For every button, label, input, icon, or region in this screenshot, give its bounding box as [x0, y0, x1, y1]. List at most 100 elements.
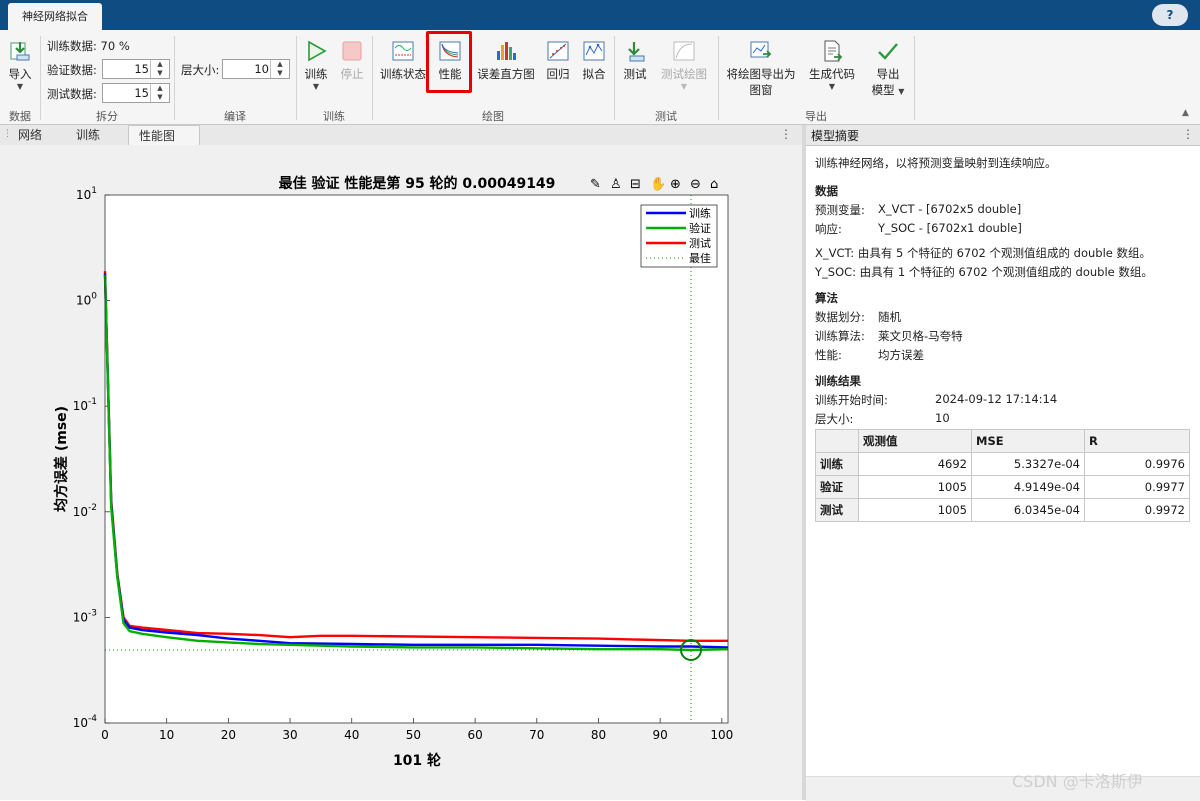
table-cell: 0.9976: [1084, 452, 1190, 476]
table-header-cell: 观测值: [858, 429, 972, 453]
performance-chart: 0 10 20 30 40 50 60 70 80 90 100 10-4 10-3 10-2 10-1 10…: [53, 175, 733, 769]
layer-size-label: 层大小:: [181, 63, 220, 77]
x-tick-label: 80: [591, 728, 606, 742]
stepper-arrows-icon[interactable]: ▲ ▼: [150, 60, 169, 78]
divider: [614, 36, 615, 120]
more-options-icon[interactable]: ⋮: [1182, 127, 1194, 141]
zoom-in-icon[interactable]: ⊕: [670, 177, 681, 192]
table-cell: 1005: [858, 475, 972, 499]
section-test: 测试: [655, 110, 677, 123]
collapse-ribbon-icon[interactable]: ▲: [1182, 108, 1189, 118]
import-icon: [7, 38, 33, 64]
tab-performance-label: 性能图: [139, 129, 176, 143]
tab-performance[interactable]: 性能图 ✕: [128, 125, 200, 163]
predictor-label: 预测变量:: [815, 203, 865, 217]
test-data-stepper[interactable]: 15 ▲ ▼: [102, 83, 170, 103]
x-description: X_VCT: 由具有 5 个特征的 6702 个观测值组成的 double 数组…: [815, 246, 1152, 260]
generate-code-icon: [819, 38, 845, 64]
help-button[interactable]: ?: [1152, 4, 1188, 26]
train-algo-value: 莱文贝格-马夸特: [878, 329, 963, 343]
response-value: Y_SOC - [6702x1 double]: [878, 221, 1022, 235]
play-icon: [303, 38, 329, 64]
divider: [718, 36, 719, 120]
stepper-arrows-icon[interactable]: ▲ ▼: [150, 84, 169, 102]
table-cell: 5.3327e-04: [971, 452, 1085, 476]
error-histogram-button[interactable]: 误差直方图: [474, 38, 538, 82]
summary-intro: 训练神经网络，以将预测变量映射到连续响应。: [815, 156, 1057, 170]
y-axis-label: 均方误差 (mse): [53, 406, 70, 512]
table-cell: 1005: [858, 498, 972, 522]
table-row: 测试 1005 6.0345e-04 0.9972: [815, 498, 1190, 522]
document-tab-strip: [0, 125, 802, 146]
table-cell: 4692: [858, 452, 972, 476]
val-data-stepper[interactable]: 15 ▲ ▼: [102, 59, 170, 79]
brush-icon[interactable]: ✎: [590, 177, 601, 192]
test-button[interactable]: 测试: [619, 38, 651, 82]
data-tips-icon[interactable]: ♙: [610, 177, 622, 192]
performance-label: 性能:: [815, 348, 842, 362]
table-cell: 6.0345e-04: [971, 498, 1085, 522]
y-tick-label: 10-2: [73, 503, 97, 519]
legend-test-label: 测试: [689, 237, 711, 250]
y-tick-label: 101: [76, 186, 97, 202]
legend-best-label: 最佳: [689, 251, 711, 265]
regression-button[interactable]: 回归: [542, 38, 574, 82]
tab-training[interactable]: 训练: [66, 125, 110, 145]
table-row-header: 验证: [815, 475, 859, 499]
export-figure-icon: [748, 38, 774, 64]
chevron-down-icon: ▼: [680, 82, 688, 91]
divider: [914, 36, 915, 120]
more-options-icon[interactable]: ⋮: [780, 127, 792, 141]
checkmark-icon: [875, 38, 901, 64]
model-summary-header: [806, 125, 1200, 146]
stop-button[interactable]: 停止: [336, 38, 368, 82]
zoom-out-icon[interactable]: ⊖: [690, 177, 701, 192]
algorithm-heading: 算法: [815, 291, 838, 305]
x-axis-label: 101 轮: [393, 752, 441, 769]
export-figure-button[interactable]: 将绘图导出为 图窗: [722, 38, 800, 98]
start-time-value: 2024-09-12 17:14:14: [935, 392, 1058, 406]
layer-size-stepper[interactable]: 10 ▲ ▼: [222, 59, 290, 79]
stepper-arrows-icon[interactable]: ▲ ▼: [270, 60, 289, 78]
test-icon: [622, 38, 648, 64]
train-button[interactable]: 训练 ▼: [300, 38, 332, 91]
export-model-button[interactable]: 导出 模型 ▼: [866, 38, 910, 100]
y-tick-label: 10-1: [73, 397, 97, 413]
x-tick-label: 40: [344, 728, 359, 742]
performance-value: 均方误差: [878, 348, 924, 362]
table-row-header: 测试: [815, 498, 859, 522]
y-description: Y_SOC: 由具有 1 个特征的 6702 个观测值组成的 double 数组…: [815, 265, 1153, 279]
train-data-label: 训练数据: 70 %: [47, 39, 130, 53]
chevron-down-icon: ▼: [828, 82, 836, 91]
response-label: 响应:: [815, 222, 842, 236]
split-label: 数据划分:: [815, 310, 865, 324]
start-time-label: 训练开始时间:: [815, 393, 888, 407]
section-export: 导出: [805, 110, 827, 123]
divider: [40, 36, 41, 120]
section-train: 训练: [323, 110, 345, 123]
training-state-button[interactable]: 训练状态: [378, 38, 428, 82]
y-tick-label: 10-3: [73, 608, 97, 624]
tab-network[interactable]: 网络: [8, 125, 52, 145]
app-tab[interactable]: 神经网络拟合: [8, 3, 102, 30]
x-tick-label: 20: [221, 728, 236, 742]
x-tick-label: 50: [406, 728, 421, 742]
title-bar: [0, 0, 1200, 30]
fit-button[interactable]: 拟合: [578, 38, 610, 82]
split-value: 随机: [878, 310, 901, 324]
divider: [372, 36, 373, 120]
layer-size-label: 层大小:: [815, 412, 854, 426]
test-plot-button[interactable]: 测试绘图 ▼: [656, 38, 712, 91]
pan-icon[interactable]: ✋: [650, 176, 666, 192]
legend-val-label: 验证: [689, 221, 711, 235]
generate-code-button[interactable]: 生成代码 ▼: [806, 38, 858, 91]
table-row: 训练 4692 5.3327e-04 0.9976: [815, 452, 1190, 476]
import-button[interactable]: 导入 ▼: [4, 38, 36, 91]
table-header-row: 观测值 MSE R: [815, 429, 1190, 453]
val-data-label: 验证数据:: [47, 63, 97, 77]
data-cursor-icon[interactable]: ⊟: [630, 177, 641, 192]
chevron-down-icon: ▼: [16, 82, 24, 91]
home-icon[interactable]: ⌂: [710, 177, 718, 192]
table-header-cell: MSE: [971, 429, 1085, 453]
layer-size-value: 10: [935, 411, 950, 425]
